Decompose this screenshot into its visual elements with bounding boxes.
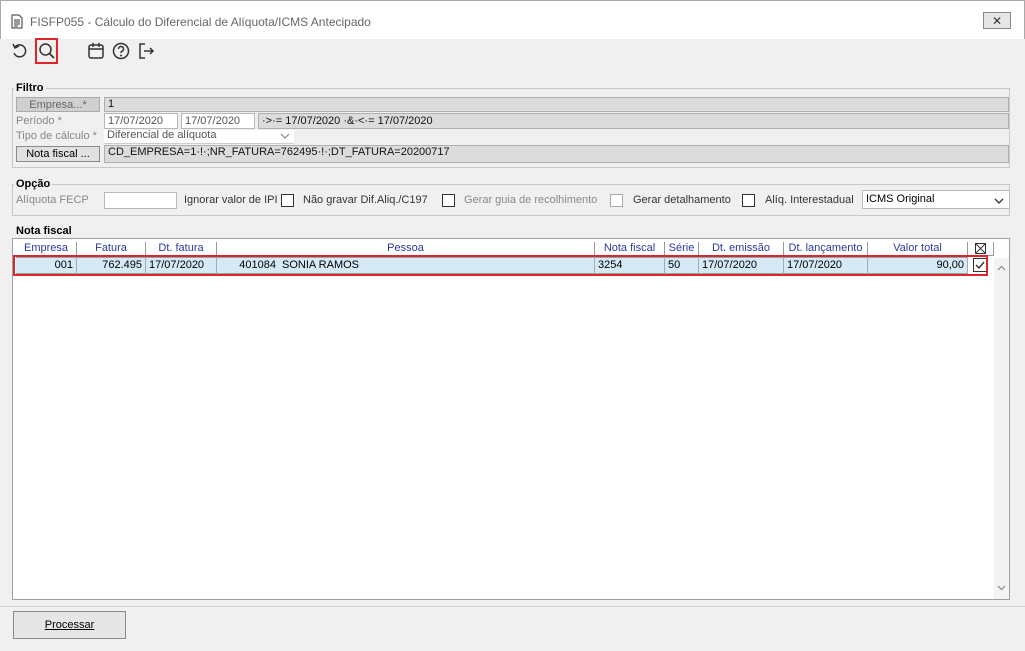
tipo-calculo-select[interactable]: Diferencial de alíquota <box>104 130 294 144</box>
periodo-expression: ·>·= 17/07/2020 ·&·<·= 17/07/2020 <box>258 113 1009 129</box>
nao-gravar-label: Não gravar Dif.Aliq./C197 <box>303 194 428 206</box>
ignorar-ipi-checkbox[interactable] <box>281 194 294 207</box>
column-header-dt-fatura[interactable]: Dt. fatura <box>146 242 217 256</box>
processar-button[interactable]: Processar <box>13 611 126 639</box>
chevron-down-icon <box>280 131 290 144</box>
column-header-dt-emissao[interactable]: Dt. emissão <box>699 242 784 256</box>
scroll-down-icon[interactable] <box>997 582 1006 594</box>
nota-fiscal-expression: CD_EMPRESA=1·!·;NR_FATURA=762495·!·;DT_F… <box>104 145 1009 163</box>
aliquota-fecp-label: Alíquota FECP <box>16 194 89 206</box>
periodo-to-input[interactable]: 17/07/2020 <box>181 113 255 129</box>
aliq-interestadual-label: Alíq. Interestadual <box>765 194 854 206</box>
scroll-up-icon[interactable] <box>997 262 1006 274</box>
gerar-guia-label: Gerar guia de recolhimento <box>464 194 598 206</box>
select-all-checkbox[interactable] <box>968 242 994 256</box>
window-title: FISFP055 - Cálculo do Diferencial de Alí… <box>30 15 371 29</box>
column-header-pessoa[interactable]: Pessoa <box>217 242 595 256</box>
calendar-icon[interactable] <box>86 41 106 61</box>
close-button[interactable]: ✕ <box>983 12 1011 29</box>
column-header-dt-lancamento[interactable]: Dt. lançamento <box>784 242 868 256</box>
filtro-label: Filtro <box>14 82 46 94</box>
icms-select[interactable]: ICMS Original <box>862 190 1010 209</box>
nota-fiscal-grid <box>12 238 1010 600</box>
row-highlight <box>13 255 988 276</box>
undo-icon[interactable] <box>10 41 30 61</box>
column-header-nota-fiscal[interactable]: Nota fiscal <box>595 242 665 256</box>
help-icon[interactable] <box>111 41 131 61</box>
ignorar-ipi-label: Ignorar valor de IPI <box>184 194 278 206</box>
empresa-value: 1 <box>104 97 1009 112</box>
column-header-serie[interactable]: Série <box>665 242 699 256</box>
nota-fiscal-button[interactable]: Nota fiscal ... <box>16 146 100 162</box>
periodo-from-input[interactable]: 17/07/2020 <box>104 113 178 129</box>
tipo-calculo-value: Diferencial de alíquota <box>107 130 217 141</box>
nota-fiscal-group-label: Nota fiscal <box>14 225 74 237</box>
periodo-label: Período * <box>16 115 62 127</box>
chevron-down-icon <box>994 196 1004 209</box>
document-icon <box>11 14 23 29</box>
check-all-icon <box>975 243 986 254</box>
empresa-button[interactable]: Empresa...* <box>16 97 100 112</box>
gerar-detalhamento-checkbox[interactable] <box>742 194 755 207</box>
nota-fiscal-button-label: Nota fiscal ... <box>26 148 90 160</box>
vertical-scrollbar[interactable] <box>994 258 1009 599</box>
exit-icon[interactable] <box>136 41 156 61</box>
nao-gravar-checkbox[interactable] <box>442 194 455 207</box>
aliquota-fecp-input[interactable] <box>104 192 177 209</box>
icms-select-value: ICMS Original <box>866 193 935 205</box>
column-header-valor-total[interactable]: Valor total <box>868 242 968 256</box>
processar-button-label: Processar <box>44 619 95 631</box>
opcao-label: Opção <box>14 178 53 190</box>
gerar-detalhamento-label: Gerar detalhamento <box>633 194 731 206</box>
column-header-empresa[interactable]: Empresa <box>16 242 77 256</box>
tipo-calculo-label: Tipo de cálculo * <box>16 130 97 142</box>
column-header-fatura[interactable]: Fatura <box>77 242 146 256</box>
footer-divider <box>0 606 1025 607</box>
search-icon[interactable] <box>35 38 58 64</box>
gerar-guia-checkbox[interactable] <box>610 194 623 207</box>
